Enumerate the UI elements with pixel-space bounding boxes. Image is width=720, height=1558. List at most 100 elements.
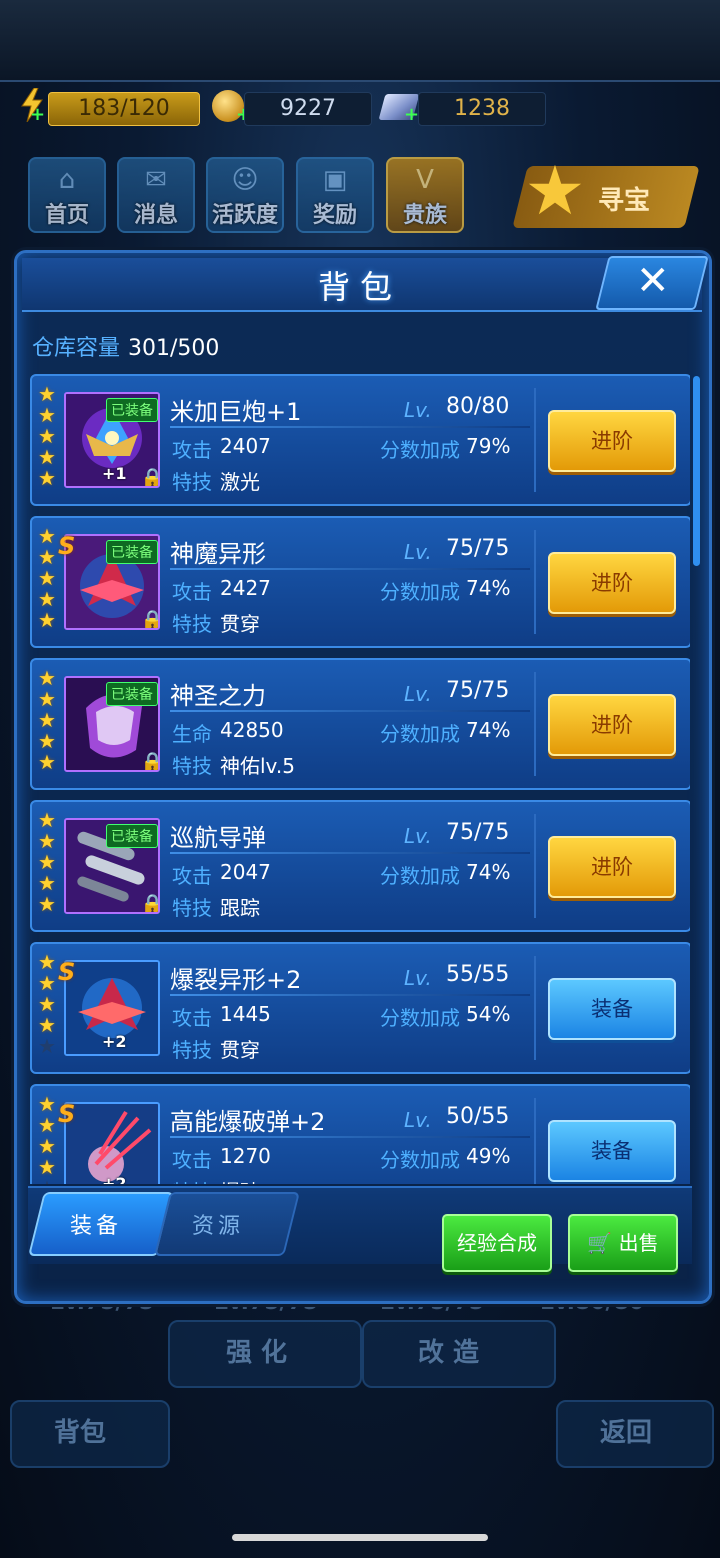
equip-button[interactable]: 装备 [548, 978, 676, 1040]
coin-bar[interactable]: 9227 [244, 92, 372, 126]
item-thumbnail[interactable]: 已装备 🔒 [64, 534, 160, 630]
nav-noble-label: 贵族 [402, 203, 447, 228]
home-indicator[interactable] [232, 1534, 488, 1541]
energy-bar[interactable]: 183/120 [48, 92, 200, 126]
scrollbar[interactable] [693, 376, 700, 566]
smile-icon: ☺ [231, 165, 259, 195]
star-rating: ★★★★★ [38, 1092, 60, 1185]
stat-value: 2047 [220, 860, 271, 884]
list-item[interactable]: ★★★★★ 已装备 +1 🔒 米加巨炮+1 Lv. 80/80 攻击 2407 … [30, 374, 690, 506]
row-divider [534, 672, 536, 776]
item-list[interactable]: ★★★★★ 已装备 +1 🔒 米加巨炮+1 Lv. 80/80 攻击 2407 … [30, 374, 690, 1184]
nav-activity-label: 活跃度 [211, 203, 278, 228]
skill-value: 爆破 [220, 1176, 260, 1184]
item-thumbnail[interactable]: 已装备 🔒 [64, 676, 160, 772]
list-item[interactable]: ★★★★★ 已装备 🔒 神圣之力 Lv. 75/75 生命 42850 分数加成… [30, 658, 690, 790]
resource-bar: + 183/120 + 9227 + 1238 [8, 88, 712, 132]
level-value: 50/55 [446, 1104, 510, 1129]
upgrade-level: +2 [102, 1174, 127, 1184]
upgrade-level: +1 [102, 464, 127, 483]
row-divider [534, 530, 536, 634]
star-icon: ★ [38, 1034, 56, 1058]
item-thumbnail[interactable]: +2 [64, 960, 160, 1056]
star-icon: ★ [38, 445, 56, 469]
nav-messages[interactable]: ✉ 消息 [117, 157, 195, 233]
name-underline [170, 568, 530, 570]
name-underline [170, 426, 530, 428]
gift-icon: ▣ [322, 165, 348, 195]
skill-value: 神佑lv.5 [220, 754, 295, 778]
star-rating: ★★★★★ [38, 810, 60, 915]
level-label: Lv. [404, 966, 432, 990]
mail-icon: ✉ [145, 165, 167, 195]
nav-noble[interactable]: V 贵族 [386, 157, 464, 233]
nav-home[interactable]: ⌂ 首页 [28, 157, 106, 233]
level-value: 75/75 [446, 536, 510, 561]
star-icon: ★ [38, 808, 56, 832]
star-icon: ★ [38, 871, 56, 895]
item-thumbnail[interactable]: +2 [64, 1102, 160, 1184]
skill-value: 跟踪 [220, 896, 260, 920]
bonus-value: 49% [466, 1144, 511, 1168]
energy-plus-icon[interactable]: + [30, 104, 45, 125]
star-icon: ★ [38, 524, 56, 548]
gem-value: 1238 [454, 96, 510, 121]
list-item[interactable]: ★★★★★ 已装备 🔒 巡航导弹 Lv. 75/75 攻击 2047 分数加成 … [30, 800, 690, 932]
gem-plus-icon[interactable]: + [404, 104, 419, 125]
item-name: 神圣之力 [170, 682, 266, 710]
treasure-label: 寻宝 [598, 186, 651, 216]
stat-value: 42850 [220, 718, 284, 742]
level-value: 55/55 [446, 962, 510, 987]
star-icon: ★ [38, 992, 56, 1016]
close-icon: ✕ [636, 258, 670, 304]
star-icon: ★ [38, 750, 56, 774]
lock-icon: 🔒 [140, 466, 158, 486]
level-label: Lv. [404, 824, 432, 848]
star-icon: ★ [38, 587, 56, 611]
nav-rewards-label: 奖励 [312, 203, 357, 228]
sell-button[interactable]: 🛒 出售 [568, 1214, 678, 1272]
nav-messages-label: 消息 [133, 203, 178, 228]
star-icon: ★ [38, 1092, 56, 1116]
skill-label: 特技 [172, 612, 212, 636]
item-name: 高能爆破弹+2 [170, 1108, 326, 1136]
equipped-badge: 已装备 [106, 824, 158, 848]
equipped-badge: 已装备 [106, 398, 158, 422]
star-icon: ★ [38, 1113, 56, 1137]
level-value: 75/75 [446, 678, 510, 703]
nav-rewards[interactable]: ▣ 奖励 [296, 157, 374, 233]
item-thumbnail[interactable]: 已装备 +1 🔒 [64, 392, 160, 488]
advance-button[interactable]: 进阶 [548, 410, 676, 472]
level-label: Lv. [404, 540, 432, 564]
wings-icon: V [416, 165, 434, 195]
list-item[interactable]: ★ ★ ★ ★ ★ +2 S 爆裂异形+2 Lv. 55/55 攻击 1445 分数加成… [30, 942, 690, 1074]
star-icon: ★ [38, 382, 56, 406]
nav-activity[interactable]: ☺ 活跃度 [206, 157, 284, 233]
exp-merge-button[interactable]: 经验合成 [442, 1214, 552, 1272]
item-thumbnail[interactable]: 已装备 🔒 [64, 818, 160, 914]
star-icon: ★ [38, 708, 56, 732]
bonus-label: 分数加成 [380, 722, 460, 746]
bonus-label: 分数加成 [380, 1148, 460, 1172]
advance-button[interactable]: 进阶 [548, 836, 676, 898]
stat-value: 1445 [220, 1002, 271, 1026]
star-icon: ★ [38, 666, 56, 690]
bonus-label: 分数加成 [380, 864, 460, 888]
upgrade-level: +2 [102, 1032, 127, 1051]
lock-icon: 🔒 [140, 608, 158, 628]
s-rank-badge: S [58, 532, 76, 560]
equip-button[interactable]: 装备 [548, 1120, 676, 1182]
name-underline [170, 994, 530, 996]
skill-label: 特技 [172, 1038, 212, 1062]
gem-bar[interactable]: 1238 [418, 92, 546, 126]
warehouse-capacity: 仓库容量 301/500 [32, 330, 219, 362]
skill-label: 特技 [172, 896, 212, 920]
level-label: Lv. [404, 1108, 432, 1132]
star-rating: ★★★★★ [38, 952, 60, 1057]
bonus-label: 分数加成 [380, 1006, 460, 1030]
list-item[interactable]: ★★★★★ +2 S 高能爆破弹+2 Lv. 50/55 攻击 1270 分数加… [30, 1084, 690, 1184]
list-item[interactable]: ★★★★★ 已装备 🔒 S 神魔异形 Lv. 75/75 攻击 2427 分数加… [30, 516, 690, 648]
advance-button[interactable]: 进阶 [548, 694, 676, 756]
advance-button[interactable]: 进阶 [548, 552, 676, 614]
level-label: Lv. [404, 398, 432, 422]
